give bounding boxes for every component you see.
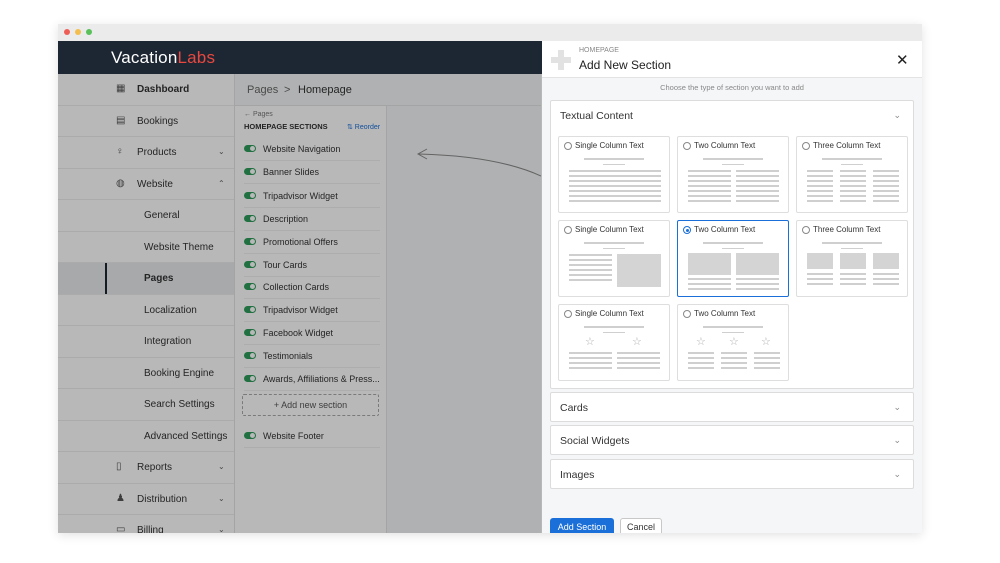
accordion-title: Cards xyxy=(560,402,589,414)
app-window: VacationLabs ▦ Dashboard ▤ Bookings ♀ Produ… xyxy=(58,24,922,533)
accordion-textual-content: Textual Content ⌄ Single Column Text Two… xyxy=(550,100,914,389)
chevron-down-icon: ⌄ xyxy=(893,435,901,445)
close-icon[interactable]: ✕ xyxy=(896,51,909,69)
star-icon: ☆ xyxy=(696,336,706,348)
add-section-button[interactable]: Add Section xyxy=(550,518,614,533)
option-label: Two Column Text xyxy=(694,141,756,150)
star-icon: ☆ xyxy=(761,336,771,348)
option-two-column-text-icons[interactable]: Two Column Text ☆ ☆ ☆ xyxy=(677,304,789,381)
chevron-down-icon[interactable]: ⌄ xyxy=(893,110,901,121)
radio-button[interactable] xyxy=(683,226,691,234)
accordion-title: Images xyxy=(560,469,595,481)
option-label: Single Column Text xyxy=(575,225,644,234)
radio-button[interactable] xyxy=(564,226,572,234)
option-three-column-text-image[interactable]: Three Column Text xyxy=(796,220,908,297)
radio-button[interactable] xyxy=(683,310,691,318)
accordion-social-widgets[interactable]: Social Widgets ⌄ xyxy=(550,425,914,455)
minimize-window-dot[interactable] xyxy=(75,29,81,35)
radio-button[interactable] xyxy=(564,142,572,150)
cancel-button[interactable]: Cancel xyxy=(620,518,662,533)
modal-instruction: Choose the type of section you want to a… xyxy=(660,83,804,92)
modal-eyebrow: HOMEPAGE xyxy=(579,47,619,54)
brand-name-part1: Vacation xyxy=(111,48,178,67)
option-label: Two Column Text xyxy=(694,309,756,318)
option-three-column-text[interactable]: Three Column Text xyxy=(796,136,908,213)
accordion-title[interactable]: Textual Content xyxy=(560,110,633,122)
radio-button[interactable] xyxy=(802,142,810,150)
radio-button[interactable] xyxy=(683,142,691,150)
star-icon: ☆ xyxy=(585,336,595,348)
chevron-down-icon: ⌄ xyxy=(893,469,901,479)
modal-footer: Add Section Cancel xyxy=(542,512,922,533)
option-label: Single Column Text xyxy=(575,309,644,318)
star-icon: ☆ xyxy=(632,336,642,348)
brand-logo[interactable]: VacationLabs xyxy=(111,48,215,68)
brand-name-part2: Labs xyxy=(177,48,216,67)
option-single-column-text[interactable]: Single Column Text xyxy=(558,136,670,213)
modal-backdrop[interactable] xyxy=(58,74,542,533)
option-label: Three Column Text xyxy=(813,141,881,150)
option-label: Single Column Text xyxy=(575,141,644,150)
accordion-cards[interactable]: Cards ⌄ xyxy=(550,392,914,422)
chevron-down-icon: ⌄ xyxy=(893,402,901,412)
window-chrome xyxy=(58,24,922,41)
option-two-column-text[interactable]: Two Column Text xyxy=(677,136,789,213)
radio-button[interactable] xyxy=(564,310,572,318)
accordion-title: Social Widgets xyxy=(560,435,630,447)
option-single-column-text-icons[interactable]: Single Column Text ☆ ☆ xyxy=(558,304,670,381)
option-single-column-text-image[interactable]: Single Column Text xyxy=(558,220,670,297)
radio-button[interactable] xyxy=(802,226,810,234)
modal-header: HOMEPAGE Add New Section ✕ xyxy=(542,41,922,78)
maximize-window-dot[interactable] xyxy=(86,29,92,35)
add-section-modal: HOMEPAGE Add New Section ✕ Choose the ty… xyxy=(542,41,922,533)
star-icon: ☆ xyxy=(729,336,739,348)
modal-title: Add New Section xyxy=(579,58,672,72)
plus-icon xyxy=(551,50,571,70)
option-label: Two Column Text xyxy=(694,225,756,234)
accordion-images[interactable]: Images ⌄ xyxy=(550,459,914,489)
option-label: Three Column Text xyxy=(813,225,881,234)
close-window-dot[interactable] xyxy=(64,29,70,35)
option-two-column-text-image[interactable]: Two Column Text xyxy=(677,220,789,297)
